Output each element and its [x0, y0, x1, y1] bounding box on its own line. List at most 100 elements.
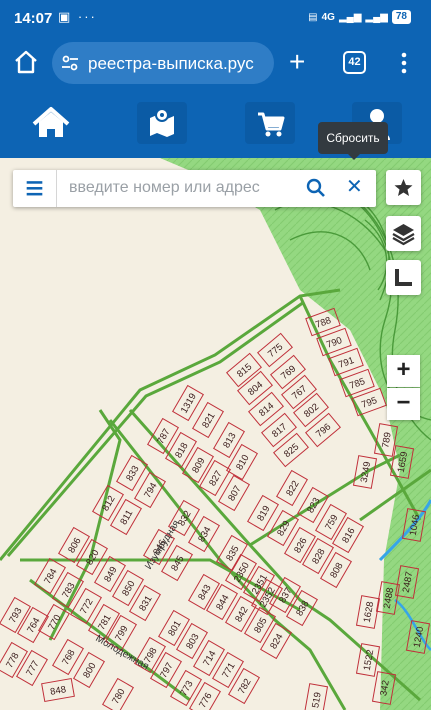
plot-809[interactable]: 809 — [182, 446, 214, 484]
plot-number: 823 — [305, 496, 322, 515]
plot-number: 807 — [226, 484, 243, 503]
plot-848[interactable]: 848 — [41, 677, 75, 703]
plot-826[interactable]: 826 — [284, 526, 316, 564]
plot-number: 714 — [201, 649, 218, 668]
zoom-in-button[interactable]: + — [387, 355, 420, 387]
plot-number: 773 — [178, 679, 195, 698]
status-time: 14:07 — [14, 10, 53, 27]
plot-778[interactable]: 778 — [0, 641, 28, 679]
plot-number: 789 — [380, 431, 394, 449]
search-icon[interactable] — [306, 178, 326, 198]
plot-number: 796 — [314, 421, 333, 440]
plot-number: 820 — [84, 548, 101, 567]
plot-number: 837 — [277, 586, 294, 605]
plot-803[interactable]: 803 — [176, 622, 208, 660]
plot-number: 813 — [221, 431, 238, 450]
plot-number: 759 — [323, 513, 340, 532]
plot-number: 795 — [360, 395, 379, 411]
plot-number: 808 — [328, 561, 345, 580]
plot-number: 790 — [325, 335, 344, 351]
plot-1319[interactable]: 1319 — [172, 384, 204, 422]
plot-519[interactable]: 519 — [303, 683, 329, 710]
plot-814[interactable]: 814 — [248, 391, 284, 427]
plot-number: 824 — [268, 632, 285, 651]
plot-791[interactable]: 791 — [328, 347, 364, 377]
plot-773[interactable]: 773 — [170, 669, 202, 707]
plot-number: 814 — [257, 400, 276, 419]
plot-818[interactable]: 818 — [165, 431, 197, 469]
plot-3249[interactable]: 3249 — [352, 455, 378, 489]
plot-834[interactable]: 834 — [188, 515, 220, 553]
plot-811[interactable]: 811 — [110, 498, 142, 536]
plot-780[interactable]: 780 — [102, 677, 134, 710]
plot-714[interactable]: 714 — [193, 639, 225, 677]
plot-number: 778 — [4, 651, 21, 670]
plot-number: 849 — [102, 565, 119, 584]
plot-number: 819 — [255, 504, 272, 523]
browser-home-icon[interactable] — [12, 48, 40, 76]
plot-number: 764 — [25, 616, 42, 635]
plot-777[interactable]: 777 — [16, 649, 48, 687]
clear-search-button[interactable]: ✕ — [346, 177, 363, 197]
plot-850[interactable]: 850 — [112, 569, 144, 607]
cadastral-map[interactable]: 775 815 769 804 767 814 802 817 796 825 1319 821 787… — [0, 158, 431, 710]
plot-number: 788 — [314, 315, 333, 331]
plot-772[interactable]: 772 — [70, 587, 102, 625]
plot-number: 803 — [184, 632, 201, 651]
plot-number: 777 — [24, 659, 41, 678]
ruler-button[interactable] — [386, 260, 421, 295]
layers-button[interactable] — [386, 216, 421, 251]
plot-number: 834 — [196, 525, 213, 544]
plot-number: 825 — [282, 441, 301, 460]
map-canvas[interactable]: 775 815 769 804 767 814 802 817 796 825 1319821 787… — [0, 158, 431, 710]
plot-number: 816 — [340, 526, 357, 545]
new-tab-button[interactable]: + — [289, 48, 305, 76]
battery-indicator: 78 — [391, 10, 411, 24]
plot-number: 769 — [279, 363, 298, 382]
browser-menu-icon[interactable] — [398, 51, 410, 75]
plot-810[interactable]: 810 — [226, 443, 258, 481]
url-text: реестра-выписка.рус — [88, 54, 254, 73]
plot-805[interactable]: 805 — [244, 606, 276, 644]
plot-817[interactable]: 817 — [261, 412, 297, 448]
plot-1628[interactable]: 1628 — [355, 595, 381, 629]
hamburger-icon[interactable] — [13, 170, 57, 207]
plot-822[interactable]: 822 — [276, 469, 308, 507]
plot-845[interactable]: 845 — [161, 544, 193, 582]
plot-number: 781 — [96, 613, 113, 632]
zoom-out-button[interactable]: − — [387, 388, 420, 420]
layers-icon — [392, 224, 415, 246]
plot-831[interactable]: 831 — [129, 584, 161, 622]
tab-count-button[interactable]: 42 — [343, 51, 366, 74]
plot-808[interactable]: 808 — [320, 551, 352, 589]
plot-number: 809 — [190, 456, 207, 475]
nav-map-button[interactable] — [137, 102, 187, 144]
plot-771[interactable]: 771 — [212, 651, 244, 689]
signal-icon: ▂▄▆ — [338, 11, 362, 23]
plot-number: 835 — [224, 544, 241, 563]
plot-number: 772 — [78, 597, 95, 616]
plot-number: 806 — [66, 536, 83, 555]
nav-cart-button[interactable] — [245, 102, 295, 144]
plot-number: 848 — [49, 684, 67, 698]
plot-801[interactable]: 801 — [158, 609, 190, 647]
plot-number: 1522 — [362, 649, 377, 672]
plot-number: 768 — [60, 648, 77, 667]
plot-number: 838 — [294, 599, 311, 618]
plot-821[interactable]: 821 — [192, 401, 224, 439]
plot-842[interactable]: 842 — [225, 595, 257, 633]
plot-number: 850 — [120, 579, 137, 598]
favorite-button[interactable] — [386, 170, 421, 205]
search-input[interactable]: введите номер или адрес — [69, 179, 260, 197]
address-bar[interactable]: реестра-выписка.рус — [52, 42, 274, 84]
plot-number: 519 — [310, 691, 324, 709]
site-settings-icon[interactable] — [60, 53, 80, 73]
plot-number: 1628 — [362, 601, 377, 624]
plot-number: 828 — [310, 547, 327, 566]
plot-806[interactable]: 806 — [58, 526, 90, 564]
plot-813[interactable]: 813 — [213, 421, 245, 459]
plot-number: 845 — [169, 554, 186, 573]
plot-number: 804 — [246, 379, 265, 398]
nav-home-button[interactable] — [26, 102, 76, 144]
cart-icon — [258, 112, 285, 137]
